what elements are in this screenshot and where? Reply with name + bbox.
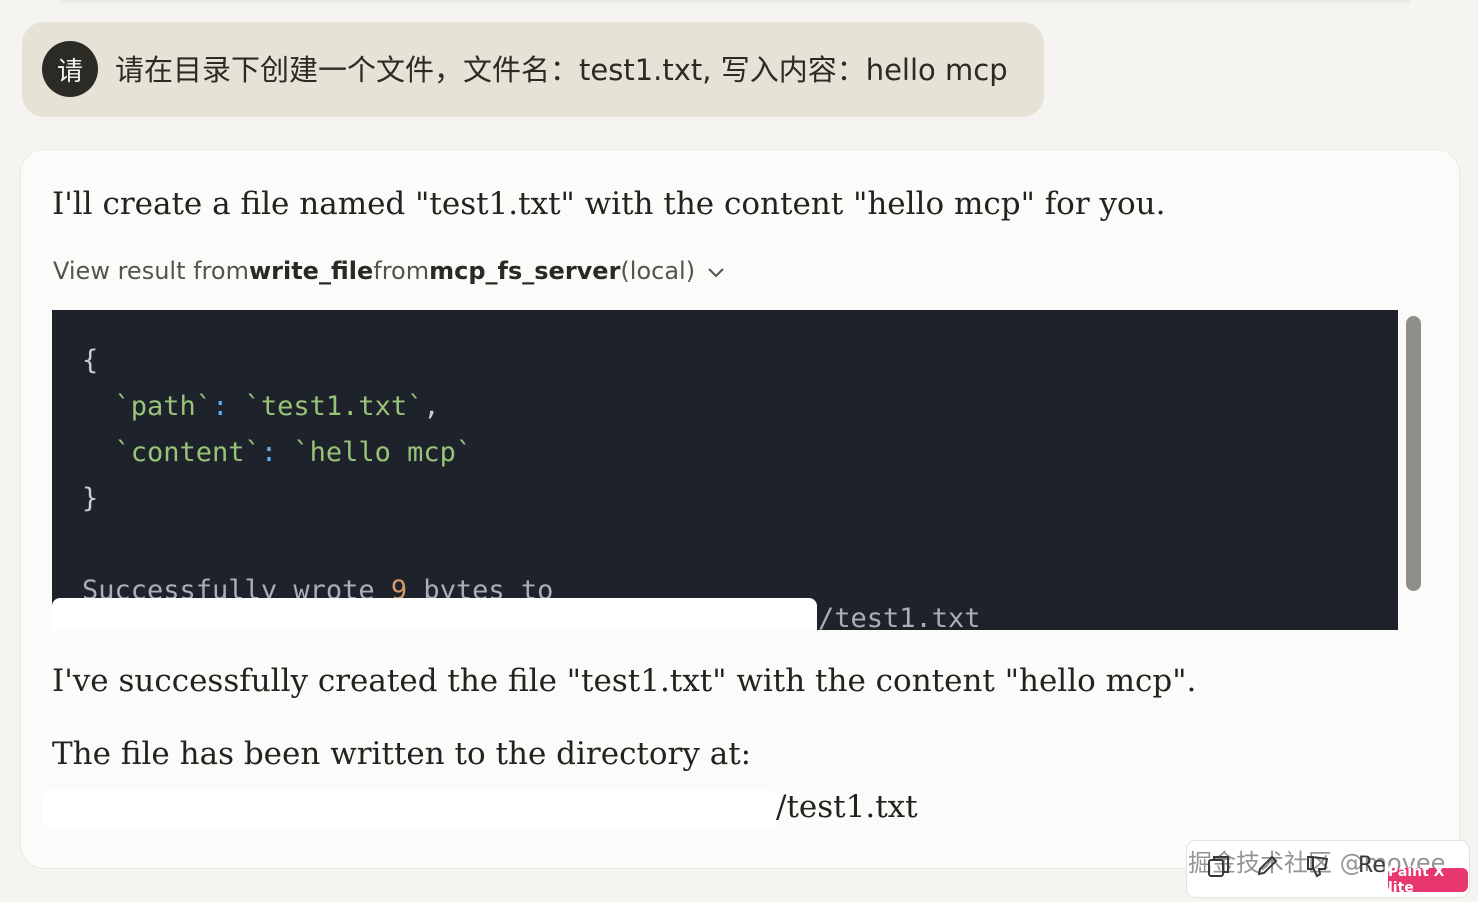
tool-result-code-block: { `path`: `test1.txt`, `content`: `hello… bbox=[52, 310, 1398, 630]
tool-result-suffix: (local) bbox=[620, 257, 696, 285]
param-key-content: `content` bbox=[114, 437, 261, 468]
server-name: mcp_fs_server bbox=[429, 257, 621, 285]
user-avatar[interactable]: 请 bbox=[42, 41, 98, 97]
assistant-confirmation-text: I've successfully created the file "test… bbox=[52, 663, 1197, 699]
result-path-tail: /test1.txt bbox=[818, 603, 981, 630]
tool-result-prefix: View result from bbox=[53, 257, 249, 285]
param-key-path: `path` bbox=[114, 391, 213, 422]
tool-result-toggle[interactable]: View result from write_file from mcp_fs_… bbox=[53, 255, 725, 287]
code-close-brace: } bbox=[82, 483, 99, 514]
tool-result-middle: from bbox=[373, 257, 430, 285]
param-trailing-comma: , bbox=[423, 391, 440, 422]
chevron-down-icon[interactable] bbox=[707, 255, 725, 287]
paint-x-lite-badge: Paint X lite bbox=[1388, 864, 1468, 896]
redacted-directory-overlay bbox=[42, 790, 780, 830]
redacted-path-overlay bbox=[52, 598, 817, 630]
param-value-content: `hello mcp` bbox=[293, 437, 473, 468]
user-message-text: 请在目录下创建一个文件，文件名：test1.txt, 写入内容：hello mc… bbox=[115, 53, 1008, 87]
param-value-path: `test1.txt` bbox=[244, 391, 424, 422]
directory-label: The file has been written to the directo… bbox=[52, 736, 752, 772]
code-scrollbar[interactable] bbox=[1406, 316, 1421, 591]
assistant-intro-text: I'll create a file named "test1.txt" wit… bbox=[52, 186, 1166, 222]
directory-path-tail: /test1.txt bbox=[776, 789, 918, 825]
code-content: { `path`: `test1.txt`, `content`: `hello… bbox=[82, 345, 554, 606]
previous-message-edge bbox=[60, 0, 1410, 3]
code-open-brace: { bbox=[82, 345, 99, 376]
tool-name: write_file bbox=[248, 257, 374, 285]
